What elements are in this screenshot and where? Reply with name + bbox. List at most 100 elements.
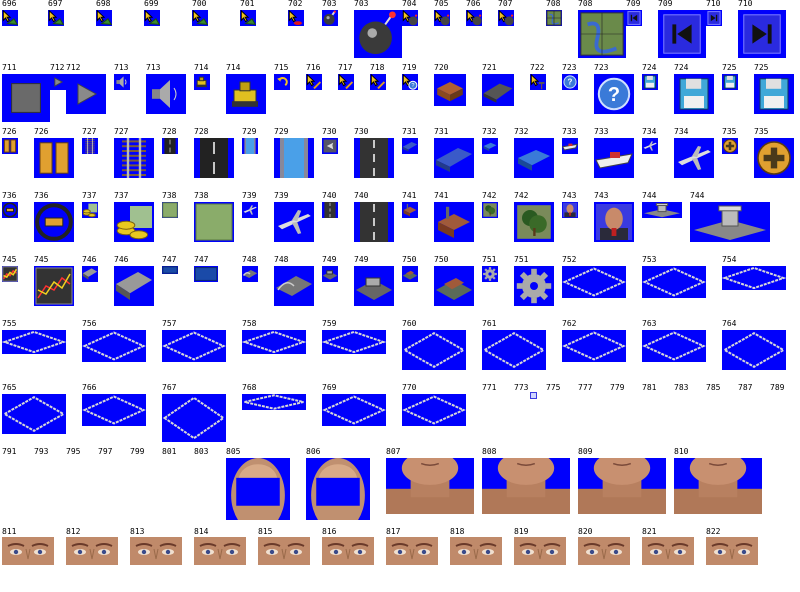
undo-icon: [277, 77, 288, 86]
sprite-label: 723: [594, 63, 609, 72]
tiny-marker-icon: [530, 392, 537, 399]
eyes-sprite: [130, 537, 182, 565]
sprite-tile: [370, 74, 386, 90]
sprite-label: 712: [50, 63, 65, 72]
sprite-tile: [288, 10, 304, 26]
sprite-label: 710: [706, 0, 721, 8]
sprite-label: 803: [194, 447, 209, 456]
sprite-tile: [626, 10, 642, 26]
sprite-tile: [194, 266, 218, 282]
sprite-label: 734: [642, 127, 657, 136]
sprite-label: 809: [578, 447, 593, 456]
sprite-tile: [2, 10, 18, 26]
sprite-label: 773: [514, 383, 529, 392]
conveyor-icon: [116, 272, 152, 300]
sprite-tile: [642, 74, 658, 90]
svg-text:?: ?: [568, 78, 573, 87]
sprite-tile: [434, 202, 474, 242]
map-icon: [580, 12, 624, 56]
sprite-label: 718: [370, 63, 385, 72]
sprite-label: 732: [514, 127, 529, 136]
sprite-label: 724: [642, 63, 657, 72]
sprite-label: 751: [514, 255, 529, 264]
sprite-label: 810: [674, 447, 689, 456]
sprite-tile: [578, 10, 626, 58]
sprite-label: 813: [130, 527, 145, 536]
sprite-label: 770: [402, 383, 417, 392]
eyes-icon: [199, 543, 241, 560]
eyes-sprite: [450, 537, 502, 565]
floppy-disk-icon: [643, 75, 657, 89]
sprite-tile: [114, 138, 154, 178]
sprite-label: 768: [242, 383, 257, 392]
eyes-icon: [135, 543, 177, 560]
bulldozer-icon: [196, 76, 207, 88]
sign-icon: [35, 203, 73, 241]
sprite-tile: [754, 138, 794, 178]
chin-sprite: [674, 458, 762, 514]
sprite-label: 814: [194, 527, 209, 536]
eyes-sprite: [514, 537, 566, 565]
sprite-label: 742: [514, 191, 529, 200]
sprite-tile: [594, 202, 634, 242]
diamond-sprite: [82, 330, 146, 362]
sprite-label: 730: [354, 127, 369, 136]
chin-sprite: [578, 458, 666, 514]
sprite-label: 785: [706, 383, 721, 392]
sprite-label: 740: [322, 191, 337, 200]
ship-icon: [562, 143, 578, 151]
sprite-label: 742: [482, 191, 497, 200]
sprite-label: 725: [754, 63, 769, 72]
floppy-disk-icon: [679, 78, 709, 110]
sprite-tile: [482, 202, 498, 218]
sprite-tile: [322, 138, 338, 154]
arrow-pencil-icon: [370, 74, 386, 90]
diamond-sprite: [162, 330, 226, 362]
sprite-label: 771: [482, 383, 497, 392]
arrow-pencil-icon: [338, 74, 354, 90]
arrow-cursor-icon: [192, 10, 208, 25]
sprite-label: 729: [274, 127, 289, 136]
diamond-icon: [722, 266, 786, 290]
sprite-label: 738: [194, 191, 209, 200]
sprite-label: 701: [240, 0, 255, 8]
sprite-label: 743: [562, 191, 577, 200]
sprite-label: 750: [402, 255, 417, 264]
runway-icon: [360, 138, 388, 178]
sprite-tile: [34, 266, 74, 306]
sprite-label: 769: [322, 383, 337, 392]
sprite-label: 719: [402, 63, 417, 72]
sprite-label: 747: [194, 255, 209, 264]
sprite-label: 805: [226, 447, 241, 456]
sprite-label: 762: [562, 319, 577, 328]
svg-text:?: ?: [608, 84, 620, 106]
sprite-tile: [402, 10, 418, 26]
speaker-icon: [152, 80, 177, 108]
diamond-sprite: [642, 330, 706, 362]
sprite-label: 730: [322, 127, 337, 136]
sprite-label: 728: [162, 127, 177, 136]
diamond-sprite: [322, 330, 386, 354]
skip-forward-icon: [743, 14, 781, 54]
sprite-label: 709: [658, 0, 673, 8]
eyes-icon: [455, 543, 497, 560]
sprite-tile: ?: [562, 74, 578, 90]
sprite-tile: [162, 202, 178, 218]
chin-neck-icon: [482, 458, 570, 514]
sprite-label: 750: [434, 255, 449, 264]
road-icon: [164, 138, 176, 154]
sprite-tile: [562, 138, 578, 154]
sprite-label: 715: [274, 63, 289, 72]
sprite-tile: [274, 202, 314, 242]
sprite-tile: [114, 202, 154, 242]
add-icon: [723, 139, 737, 153]
head-sprite: [306, 458, 370, 520]
sprite-label: 725: [722, 63, 737, 72]
sprite-tile: [226, 74, 266, 114]
sprite-tile: [402, 266, 418, 282]
sprite-label: 740: [354, 191, 369, 200]
pause-icon: [3, 139, 17, 153]
eyes-sprite: [706, 537, 758, 565]
grass-icon: [195, 203, 233, 241]
stop-icon: [11, 83, 41, 113]
